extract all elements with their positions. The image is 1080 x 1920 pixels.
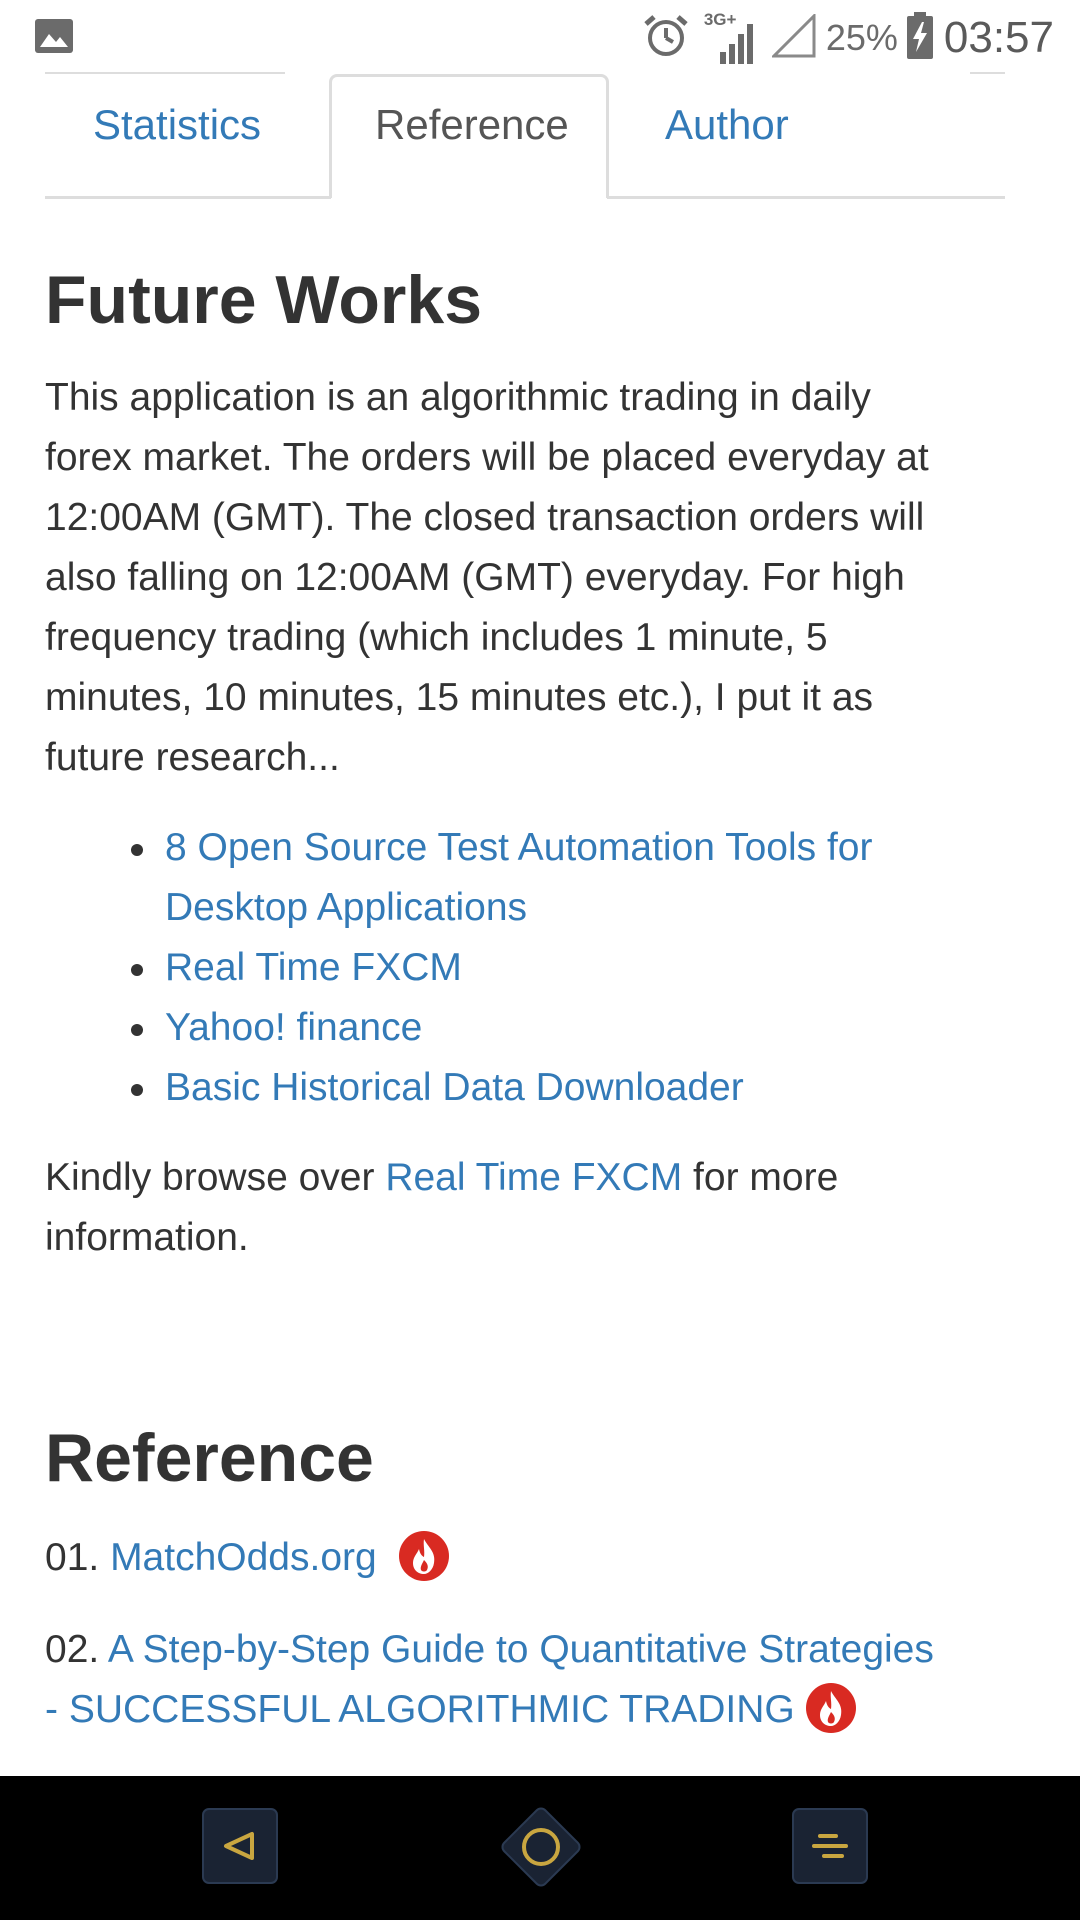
- clock: 03:57: [943, 13, 1054, 62]
- paragraph-line: frequency trading (which includes 1 minu…: [45, 616, 828, 659]
- browse-prefix: Kindly browse over: [45, 1156, 386, 1199]
- paragraph-line: future research...: [45, 736, 340, 779]
- reference-number: 01.: [45, 1536, 100, 1579]
- paragraph-line: This application is an algorithmic tradi…: [45, 376, 871, 419]
- reference-item-2: 02. A Step-by-Step Guide to Quantitative…: [45, 1620, 1025, 1740]
- home-button[interactable]: [492, 1798, 590, 1901]
- tab-statistics[interactable]: Statistics: [93, 104, 261, 146]
- reference-link-step-by-step-guide-line2[interactable]: - SUCCESSFUL ALGORITHMIC TRADING: [45, 1688, 795, 1731]
- reference-heading: Reference: [45, 1420, 374, 1496]
- status-right: 3G+ 25% 03:57: [642, 8, 1054, 68]
- paragraph-line: 12:00AM (GMT). The closed transaction or…: [45, 496, 925, 539]
- link-yahoo-finance[interactable]: Yahoo! finance: [165, 1006, 422, 1049]
- list-item: Basic Historical Data Downloader: [131, 1058, 1080, 1118]
- tab-reference[interactable]: Reference: [375, 104, 569, 146]
- browse-suffix: for more: [682, 1156, 839, 1199]
- reference-link-step-by-step-guide[interactable]: A Step-by-Step Guide to Quantitative Str…: [108, 1628, 934, 1671]
- fire-icon: [398, 1530, 450, 1582]
- back-button[interactable]: [202, 1808, 278, 1889]
- reference-item-1: 01. MatchOdds.org: [45, 1528, 450, 1588]
- paragraph-line: forex market. The orders will be placed …: [45, 436, 929, 479]
- tab-bar-top-line-right: [970, 72, 1005, 74]
- fire-icon: [805, 1682, 857, 1734]
- browse-paragraph: Kindly browse over Real Time FXCM for mo…: [45, 1148, 1025, 1268]
- signal-icon: 3G+: [704, 10, 758, 66]
- browse-line-2: information.: [45, 1216, 249, 1259]
- resource-link-list: 8 Open Source Test Automation Tools for …: [45, 818, 1080, 1118]
- status-bar: 3G+ 25% 03:57: [0, 0, 1080, 72]
- link-text-line[interactable]: 8 Open Source Test Automation Tools for: [165, 818, 1080, 878]
- tab-bar-top-line: [45, 72, 285, 74]
- list-item: Real Time FXCM: [131, 938, 1080, 998]
- recent-apps-button[interactable]: [792, 1808, 868, 1889]
- reference-number: 02.: [45, 1628, 100, 1671]
- list-item: Yahoo! finance: [131, 998, 1080, 1058]
- browse-link-real-time-fxcm[interactable]: Real Time FXCM: [385, 1156, 682, 1199]
- paragraph-line: also falling on 12:00AM (GMT) everyday. …: [45, 556, 905, 599]
- browse-line: Kindly browse over Real Time FXCM for mo…: [45, 1148, 1025, 1208]
- tab-bar-bottom-line-right: [607, 196, 1005, 199]
- alarm-icon: [642, 12, 690, 65]
- list-item: 8 Open Source Test Automation Tools for …: [131, 818, 1080, 938]
- signal-empty-icon: [770, 11, 816, 63]
- battery-charging-icon: [906, 11, 934, 65]
- link-real-time-fxcm[interactable]: Real Time FXCM: [165, 946, 462, 989]
- link-open-source-test-automation[interactable]: 8 Open Source Test Automation Tools for …: [165, 818, 1080, 938]
- future-works-paragraph: This application is an algorithmic tradi…: [45, 368, 1025, 788]
- future-works-heading: Future Works: [45, 262, 483, 338]
- recent-apps-icon: [792, 1808, 868, 1884]
- back-icon: [202, 1808, 278, 1884]
- link-text-line[interactable]: Desktop Applications: [165, 878, 1080, 938]
- home-icon: [501, 1807, 581, 1887]
- tab-author[interactable]: Author: [665, 104, 789, 146]
- reference-link-matchodds[interactable]: MatchOdds.org: [110, 1536, 377, 1579]
- status-left: [34, 16, 74, 61]
- tab-bar: Statistics Reference Author: [45, 72, 1005, 200]
- paragraph-line: minutes, 10 minutes, 15 minutes etc.), I…: [45, 676, 874, 719]
- battery-percent: 25%: [825, 17, 898, 58]
- tab-bar-bottom-line-left: [45, 196, 331, 199]
- image-icon: [34, 16, 74, 61]
- link-basic-historical-data-downloader[interactable]: Basic Historical Data Downloader: [165, 1066, 744, 1109]
- navigation-bar: [0, 1776, 1080, 1920]
